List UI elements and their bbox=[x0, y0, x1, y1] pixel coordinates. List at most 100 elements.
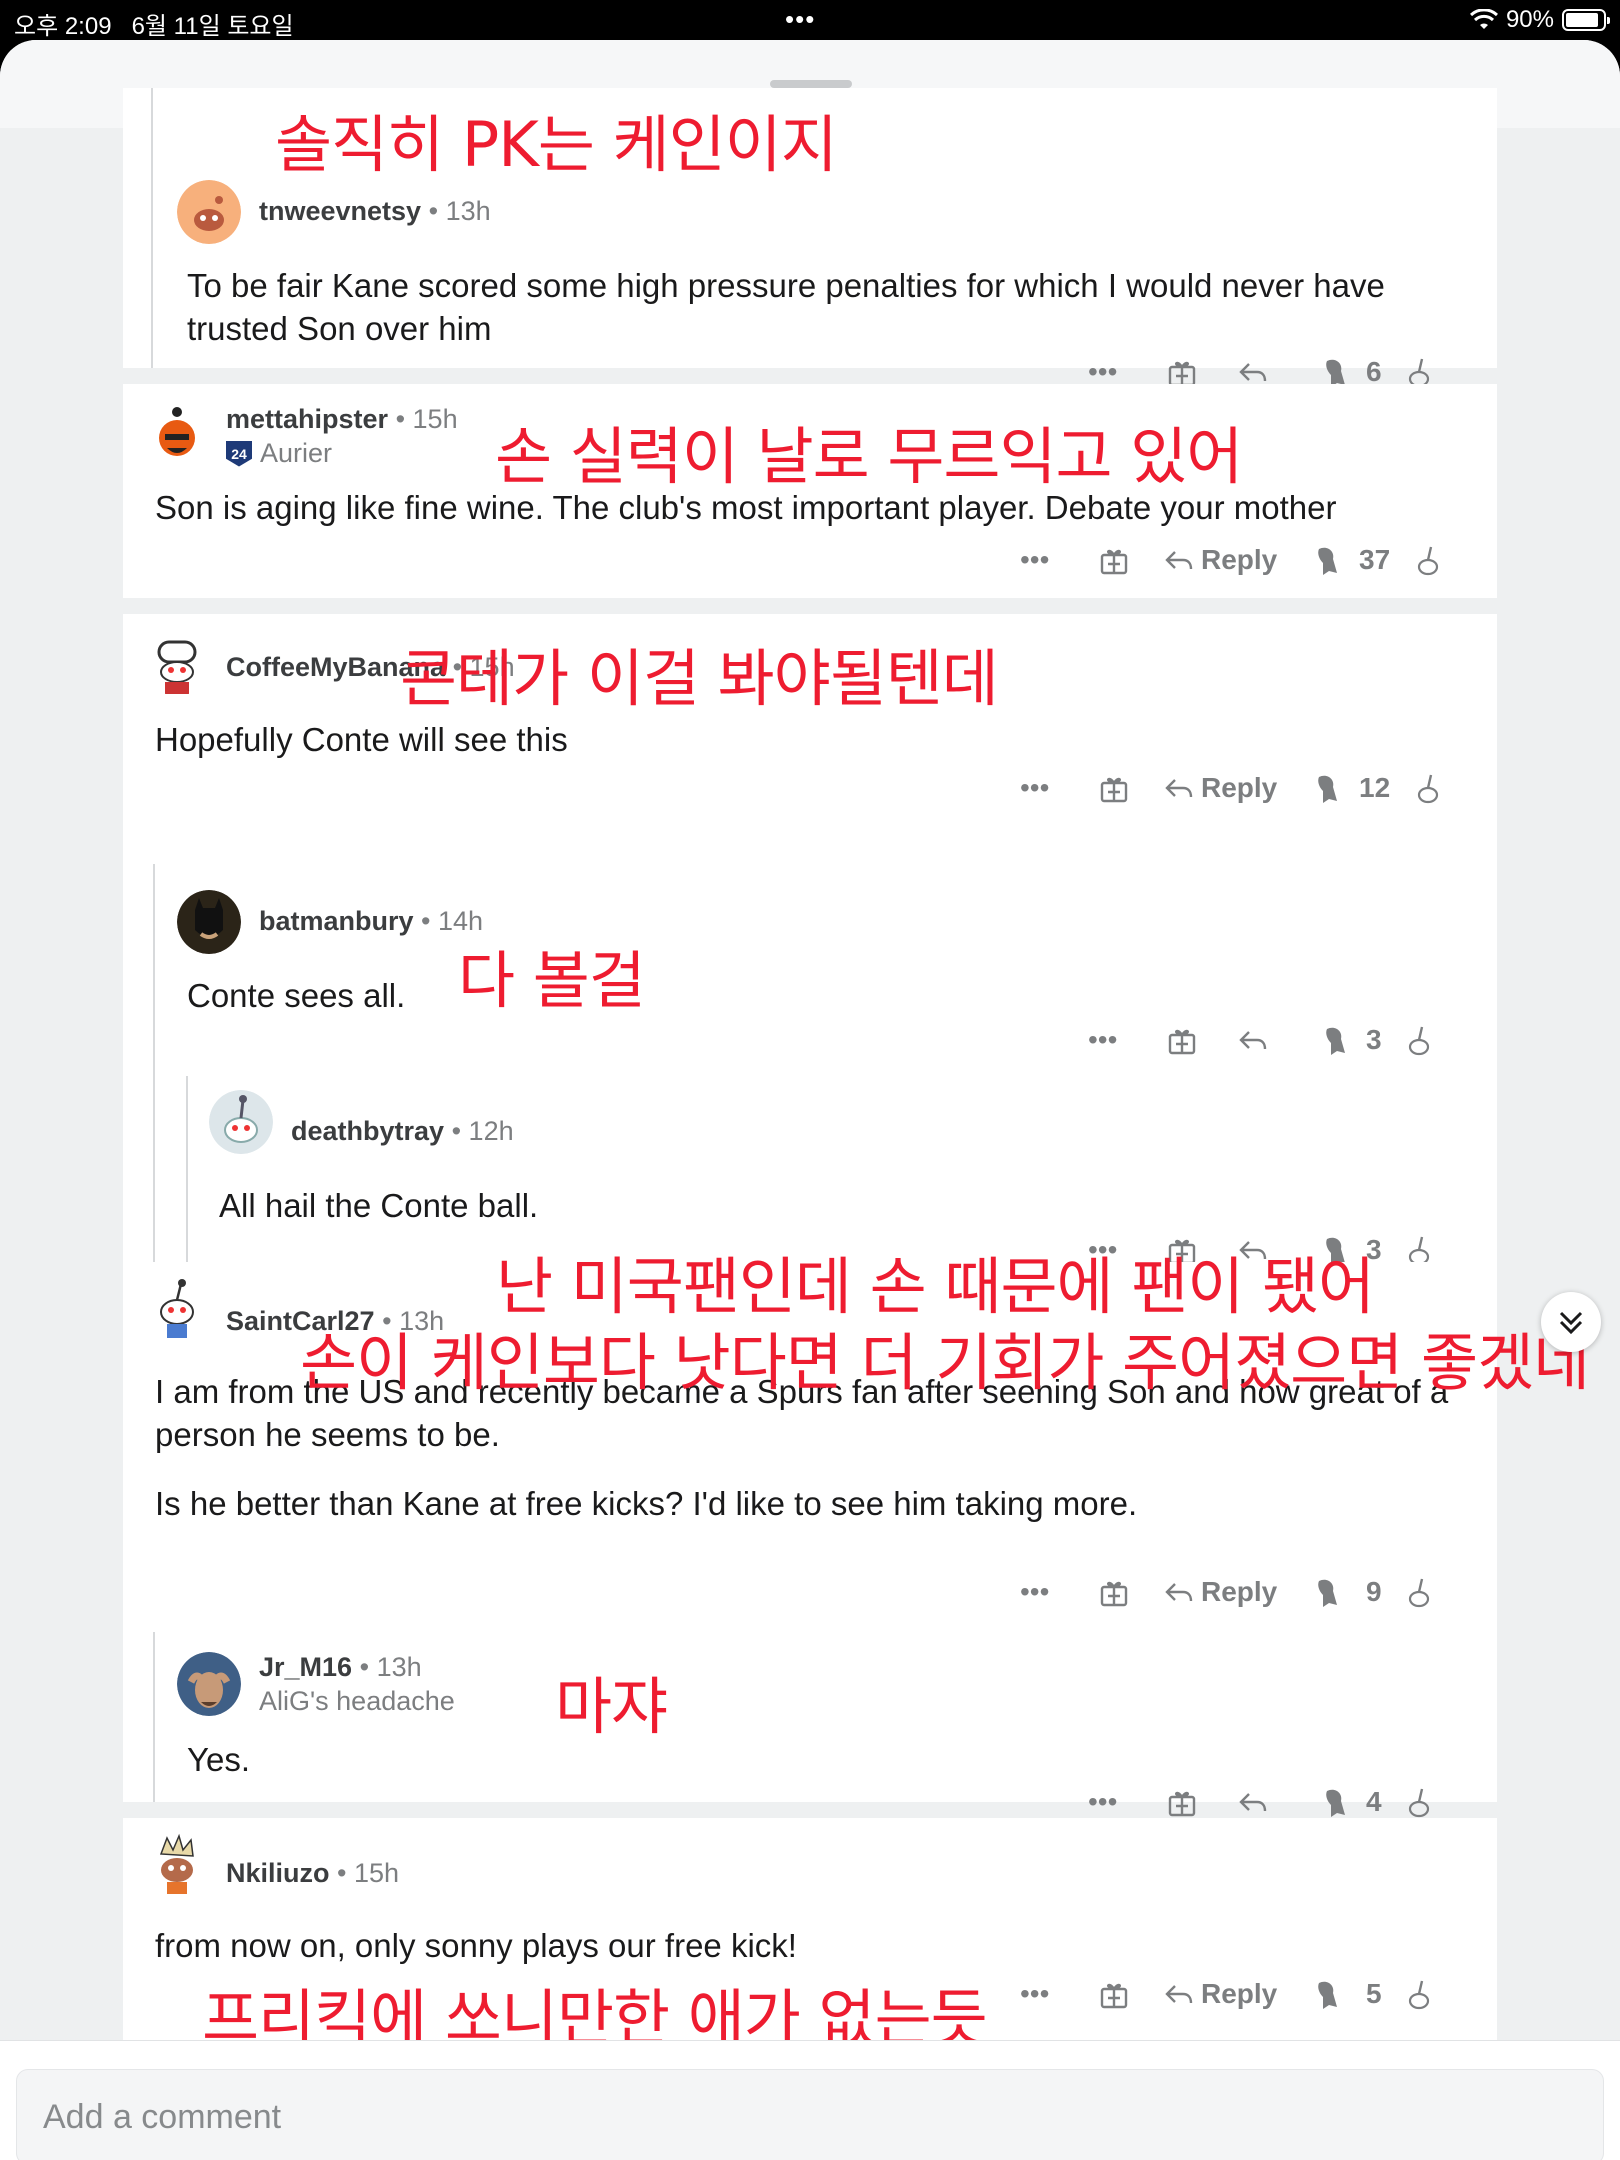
reply-arrow-icon bbox=[1165, 1583, 1193, 1602]
username[interactable]: Jr_M16 bbox=[259, 1652, 352, 1682]
reply-button[interactable]: Reply bbox=[1163, 1974, 1277, 2014]
separator-dot: • bbox=[395, 404, 413, 434]
username[interactable]: batmanbury bbox=[259, 906, 414, 936]
comment-actions: ••• Reply 37 bbox=[123, 540, 1497, 580]
comment-meta: deathbytray • 12h bbox=[291, 1116, 514, 1147]
thread-line[interactable] bbox=[151, 88, 153, 368]
add-comment-input[interactable] bbox=[16, 2069, 1604, 2160]
reply-arrow-icon[interactable] bbox=[1237, 1020, 1269, 1060]
overlay-caption: 손 실력이 날로 무르익고 있어 bbox=[495, 420, 1243, 493]
comment-text: All hail the Conte ball. bbox=[219, 1187, 539, 1224]
avatar[interactable] bbox=[145, 402, 209, 466]
comment-meta: mettahipster • 15h bbox=[226, 404, 458, 435]
more-options-icon[interactable]: ••• bbox=[1020, 768, 1049, 808]
more-options-icon[interactable]: ••• bbox=[1020, 1974, 1049, 2014]
downvote-icon[interactable] bbox=[1415, 768, 1441, 808]
comment-time: 15h bbox=[412, 404, 458, 434]
upvote-icon[interactable] bbox=[1313, 540, 1343, 580]
overlay-caption: 다 볼걸 bbox=[458, 944, 646, 1017]
award-icon[interactable] bbox=[1098, 768, 1130, 808]
comment-actions: ••• Reply 9 bbox=[123, 1572, 1497, 1612]
separator-dot: • bbox=[428, 196, 446, 226]
award-icon[interactable] bbox=[1098, 1974, 1130, 2014]
award-icon[interactable] bbox=[1166, 1020, 1198, 1060]
comment-actions: ••• 3 bbox=[123, 1020, 1497, 1060]
avatar[interactable] bbox=[177, 180, 241, 244]
comment-actions: ••• Reply 12 bbox=[123, 768, 1497, 808]
status-date: 6월 11일 토요일 bbox=[131, 13, 294, 40]
username[interactable]: tnweevnetsy bbox=[259, 196, 421, 226]
comment-body: Conte sees all. bbox=[187, 974, 1467, 1017]
more-options-icon[interactable]: ••• bbox=[1088, 1020, 1117, 1060]
comment-text: Yes. bbox=[187, 1741, 251, 1778]
more-options-icon[interactable]: ••• bbox=[1020, 1572, 1049, 1612]
comment-text: Hopefully Conte will see this bbox=[155, 721, 568, 758]
status-right: 90% bbox=[1469, 6, 1610, 34]
collapse-thread-button[interactable] bbox=[1541, 1292, 1601, 1352]
reply-button[interactable]: Reply bbox=[1163, 540, 1277, 580]
award-icon[interactable] bbox=[1098, 540, 1130, 580]
vote-count: 4 bbox=[1366, 1782, 1382, 1822]
reply-label: Reply bbox=[1201, 1576, 1278, 1607]
username[interactable]: mettahipster bbox=[226, 404, 388, 434]
battery-percent: 90% bbox=[1505, 6, 1554, 33]
comments-sheet: tnweevnetsy • 13h To be fair Kane scored… bbox=[0, 40, 1620, 2160]
upvote-icon[interactable] bbox=[1313, 1974, 1343, 2014]
comment-meta: Nkiliuzo • 15h bbox=[226, 1858, 399, 1889]
downvote-icon[interactable] bbox=[1406, 1974, 1432, 2014]
comment-actions-row: ••• 4 bbox=[123, 1782, 1497, 1818]
double-chevron-down-icon bbox=[1559, 1311, 1583, 1335]
downvote-icon[interactable] bbox=[1406, 1782, 1432, 1822]
award-icon[interactable] bbox=[1166, 1782, 1198, 1822]
reply-label: Reply bbox=[1201, 772, 1278, 803]
overlay-caption: 솔직히 PK는 케인이지 bbox=[275, 108, 838, 181]
avatar[interactable] bbox=[145, 632, 209, 696]
username[interactable]: deathbytray bbox=[291, 1116, 444, 1146]
reply-label: Reply bbox=[1201, 544, 1278, 575]
user-flair: 24 Aurier bbox=[226, 438, 332, 469]
avatar[interactable] bbox=[145, 1832, 209, 1896]
thread-line[interactable] bbox=[153, 1632, 155, 1802]
more-options-icon[interactable]: ••• bbox=[1020, 540, 1049, 580]
upvote-icon[interactable] bbox=[1321, 1782, 1351, 1822]
avatar[interactable] bbox=[177, 890, 241, 954]
comment-meta: tnweevnetsy • 13h bbox=[259, 196, 491, 227]
separator-dot: • bbox=[421, 906, 439, 936]
comment-time: 13h bbox=[445, 196, 491, 226]
status-time: 오후 2:09 bbox=[14, 13, 112, 40]
upvote-icon[interactable] bbox=[1321, 1020, 1351, 1060]
award-icon[interactable] bbox=[1098, 1572, 1130, 1612]
separator-dot: • bbox=[451, 1116, 469, 1146]
vote-count-value: 5 bbox=[1366, 1978, 1382, 2009]
comment-meta: Jr_M16 • 13h bbox=[259, 1652, 422, 1683]
downvote-icon[interactable] bbox=[1406, 1572, 1432, 1612]
downvote-icon[interactable] bbox=[1415, 540, 1441, 580]
reply-arrow-icon[interactable] bbox=[1237, 1782, 1269, 1822]
upvote-icon[interactable] bbox=[1313, 1572, 1343, 1612]
wifi-icon bbox=[1469, 9, 1498, 29]
reply-button[interactable]: Reply bbox=[1163, 768, 1277, 808]
status-datetime: 오후 2:09 6월 11일 토요일 bbox=[14, 6, 294, 41]
reply-button[interactable]: Reply bbox=[1163, 1572, 1277, 1612]
thread-line[interactable] bbox=[153, 864, 155, 1266]
upvote-icon[interactable] bbox=[1313, 768, 1343, 808]
avatar[interactable] bbox=[177, 1652, 241, 1716]
sheet-grabber[interactable] bbox=[770, 80, 852, 88]
vote-count-value: 37 bbox=[1359, 544, 1391, 575]
multitasking-dots-icon[interactable]: ••• bbox=[785, 4, 815, 35]
vote-count-value: 12 bbox=[1359, 772, 1391, 803]
comment-composer-bar bbox=[0, 2040, 1620, 2160]
avatar[interactable] bbox=[145, 1276, 209, 1340]
username[interactable]: Nkiliuzo bbox=[226, 1858, 330, 1888]
comment-time: 13h bbox=[376, 1652, 422, 1682]
reply-label: Reply bbox=[1201, 1978, 1278, 2009]
reply-arrow-icon bbox=[1165, 1985, 1193, 2004]
battery-icon bbox=[1562, 9, 1610, 31]
more-options-icon[interactable]: ••• bbox=[1088, 1782, 1117, 1822]
comment-text: To be fair Kane scored some high pressur… bbox=[187, 267, 1385, 347]
vote-count: 12 bbox=[1359, 768, 1390, 808]
downvote-icon[interactable] bbox=[1406, 1020, 1432, 1060]
flair-badge-icon: 24 bbox=[226, 440, 252, 467]
comment-body: All hail the Conte ball. bbox=[219, 1184, 1469, 1227]
avatar[interactable] bbox=[209, 1090, 273, 1154]
